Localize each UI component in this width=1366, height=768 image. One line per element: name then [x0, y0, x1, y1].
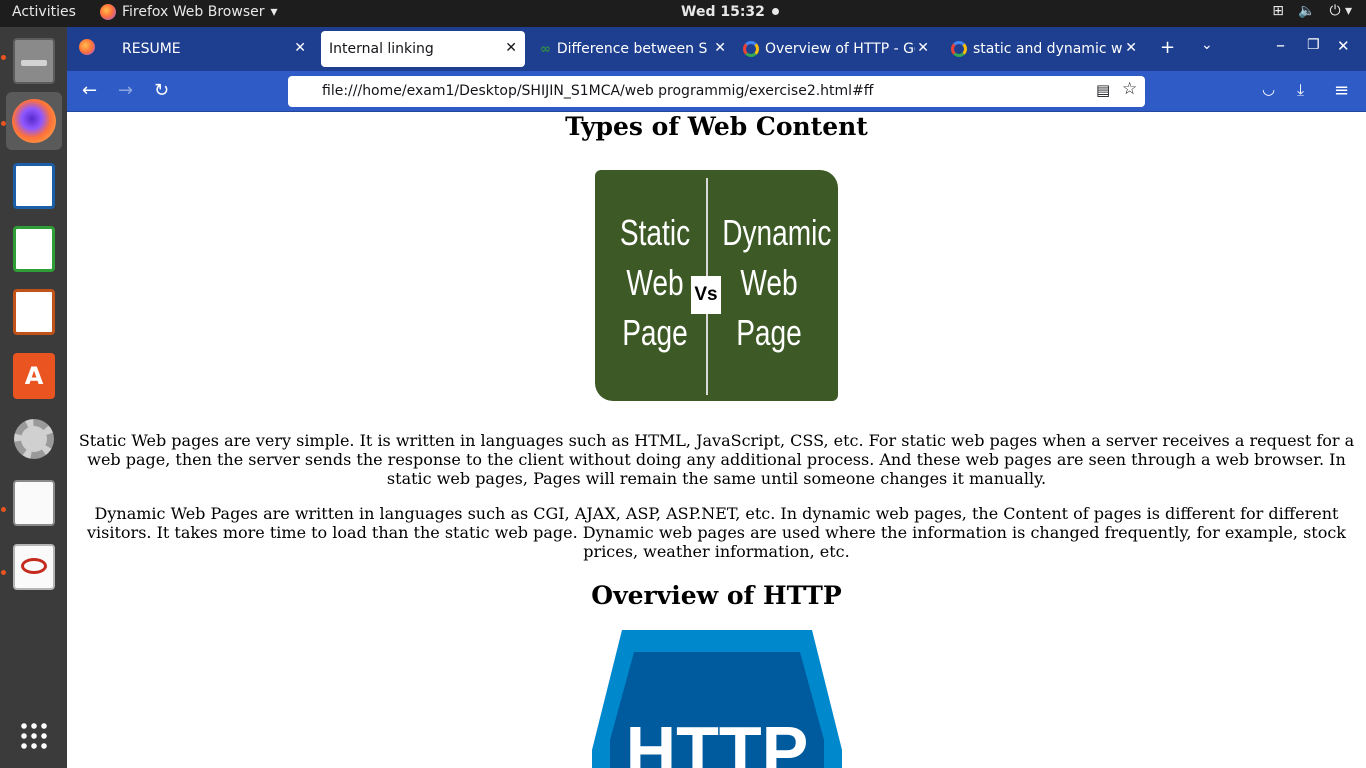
app-menu[interactable]: Firefox Web Browser ▾	[100, 4, 278, 20]
image-text-line: Web	[626, 262, 684, 303]
firefox-icon	[12, 99, 56, 143]
paragraph-line: Static Web pages are very simple. It is …	[78, 431, 1355, 450]
vs-badge: Vs	[691, 276, 721, 314]
image-left-text: Static Web Page	[616, 208, 694, 358]
paragraph-line: web page, then the server sends the resp…	[87, 450, 1346, 469]
notepad-icon	[13, 480, 55, 526]
volume-icon: 🔈	[1298, 3, 1316, 19]
tab-internal-linking[interactable]: Internal linking ✕	[321, 31, 525, 67]
back-arrow-icon[interactable]: ←	[82, 80, 97, 101]
url-text: file:///home/exam1/Desktop/SHIJIN_S1MCA/…	[322, 83, 874, 99]
list-all-tabs-chevron-icon[interactable]: ⌄	[1201, 37, 1213, 53]
tab-label: Internal linking	[329, 41, 434, 57]
close-icon[interactable]: ✕	[1125, 40, 1137, 56]
show-applications-button[interactable]	[6, 707, 62, 765]
writer-launcher[interactable]	[6, 157, 62, 215]
restore-icon[interactable]: ❐	[1307, 37, 1320, 53]
http-logo-text: HTTP	[626, 712, 809, 768]
firefox-launcher[interactable]	[6, 92, 62, 150]
paragraph-line: visitors. It takes more time to load tha…	[87, 523, 1346, 542]
page-heading-types: Types of Web Content	[565, 112, 868, 141]
power-icon: ⏻ ▾	[1329, 3, 1352, 19]
tab-resume[interactable]: RESUME ✕	[112, 31, 314, 67]
http-logo-image: HTTP	[592, 630, 842, 768]
system-tray[interactable]: ⊞ 🔈 ⏻ ▾	[1272, 3, 1352, 19]
paragraph-line: prices, weather information, etc.	[583, 542, 850, 561]
bookmark-star-icon[interactable]: ☆	[1122, 79, 1137, 99]
geeksforgeeks-icon: ∞	[540, 41, 551, 57]
app-grid-icon	[19, 721, 49, 751]
google-icon	[951, 41, 967, 57]
reload-icon[interactable]: ↻	[154, 80, 169, 101]
activities-button[interactable]: Activities	[12, 4, 76, 20]
tab-label: Difference between St	[556, 41, 707, 57]
image-right-text: Dynamic Web Page	[722, 208, 832, 358]
shopping-bag-icon: A	[13, 353, 55, 399]
paragraph-line: Dynamic Web Pages are written in languag…	[94, 504, 1339, 523]
tab-label: Overview of HTTP - Go	[765, 41, 915, 57]
dock: A	[0, 27, 67, 768]
text-editor-launcher[interactable]	[6, 474, 62, 532]
clock[interactable]: Wed 15:32	[681, 4, 779, 20]
gear-wrench-icon	[14, 419, 54, 459]
gnome-top-bar: Activities Firefox Web Browser ▾ Wed 15:…	[0, 0, 1366, 27]
paragraph-static: Static Web pages are very simple. It is …	[77, 431, 1356, 488]
close-icon[interactable]: ✕	[505, 40, 517, 56]
clock-label: Wed 15:32	[681, 4, 765, 20]
image-text-line: Web	[740, 262, 798, 303]
tab-label: RESUME	[122, 41, 181, 57]
spreadsheet-icon	[13, 226, 55, 272]
static-vs-dynamic-image: Static Web Page Vs Dynamic Web Page	[595, 170, 838, 401]
tab-overview-http[interactable]: Overview of HTTP - Go ✕	[735, 31, 937, 67]
close-icon[interactable]: ✕	[917, 40, 929, 56]
new-tab-plus-icon[interactable]: +	[1160, 37, 1175, 58]
tab-difference-static[interactable]: ∞ Difference between St ✕	[532, 31, 734, 67]
impress-launcher[interactable]	[6, 283, 62, 341]
software-launcher[interactable]: A	[6, 347, 62, 405]
image-text-line: Page	[622, 312, 688, 353]
files-launcher[interactable]	[6, 32, 62, 90]
firefox-icon	[100, 4, 116, 20]
firefox-view-icon[interactable]	[79, 39, 95, 60]
hamburger-menu-icon[interactable]: ≡	[1334, 80, 1349, 101]
chevron-down-icon: ▾	[270, 4, 278, 20]
image-text-line: Page	[736, 312, 802, 353]
notification-dot-icon	[771, 8, 779, 15]
settings-launcher[interactable]	[6, 410, 62, 468]
close-window-icon[interactable]: ✕	[1337, 37, 1350, 55]
google-icon	[743, 41, 759, 57]
pdf-viewer-icon	[13, 544, 55, 590]
presentation-icon	[13, 289, 55, 335]
file-cabinet-icon	[13, 38, 55, 84]
page-heading-http: Overview of HTTP	[591, 581, 842, 610]
pocket-icon[interactable]: ◡	[1262, 80, 1275, 98]
downloads-icon[interactable]: ⤓	[1297, 80, 1304, 100]
paragraph-line: static web pages, Pages will remain the …	[386, 469, 1047, 488]
paragraph-dynamic: Dynamic Web Pages are written in languag…	[77, 504, 1356, 561]
tab-label: static and dynamic web	[973, 41, 1123, 57]
network-icon: ⊞	[1272, 3, 1284, 19]
app-menu-label: Firefox Web Browser	[122, 4, 265, 20]
tab-static-dynamic[interactable]: static and dynamic web ✕	[943, 31, 1145, 67]
document-viewer-launcher[interactable]	[6, 538, 62, 596]
navigation-bar: ← → ↻ file:///home/exam1/Desktop/SHIJIN_…	[67, 71, 1366, 112]
document-writer-icon	[13, 163, 55, 209]
image-text-line: Static	[619, 212, 691, 253]
forward-arrow-icon[interactable]: →	[118, 80, 133, 101]
close-icon[interactable]: ✕	[294, 40, 306, 56]
image-text-line: Dynamic	[722, 212, 832, 253]
calc-launcher[interactable]	[6, 220, 62, 278]
url-bar[interactable]: file:///home/exam1/Desktop/SHIJIN_S1MCA/…	[288, 76, 1145, 107]
close-icon[interactable]: ✕	[714, 40, 726, 56]
reader-view-icon[interactable]: ▤	[1096, 81, 1110, 99]
minimize-icon[interactable]: –	[1276, 35, 1285, 56]
tab-bar: RESUME ✕ Internal linking ✕ ∞ Difference…	[67, 27, 1366, 71]
web-page: Types of Web Content Static Web Page Vs …	[67, 112, 1366, 768]
